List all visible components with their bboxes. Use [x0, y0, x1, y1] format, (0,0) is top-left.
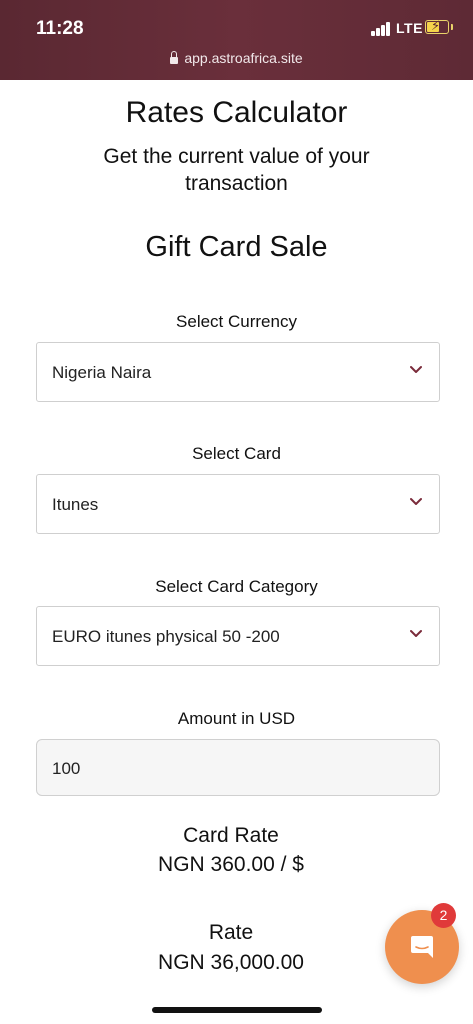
card-category-label: Select Card Category	[155, 577, 318, 596]
status-time: 11:28	[36, 18, 84, 39]
card-select[interactable]: Itunes	[36, 474, 440, 534]
card-rate-label: Card Rate	[183, 824, 279, 847]
url-text: app.astroafrica.site	[184, 50, 303, 66]
chevron-down-icon	[410, 630, 422, 637]
status-bar: 11:28 LTE ⚡ app.astroafrica.site	[0, 0, 473, 80]
currency-label: Select Currency	[176, 312, 297, 331]
chat-unread-badge: 2	[431, 903, 456, 928]
battery-tip	[451, 24, 453, 30]
network-type: LTE	[396, 20, 423, 36]
home-indicator	[152, 1007, 322, 1013]
chevron-down-icon	[410, 498, 422, 505]
card-label: Select Card	[192, 444, 281, 463]
card-category-select[interactable]: EURO itunes physical 50 -200	[36, 606, 440, 666]
address-bar[interactable]: app.astroafrica.site	[0, 50, 473, 66]
currency-select[interactable]: Nigeria Naira	[36, 342, 440, 402]
currency-select-value: Nigeria Naira	[52, 363, 152, 382]
lock-icon	[170, 51, 179, 64]
amount-input[interactable]: 100	[36, 739, 440, 796]
card-rate-value: NGN 360.00 / $	[158, 853, 304, 876]
card-category-select-value: EURO itunes physical 50 -200	[52, 627, 280, 646]
battery-icon: ⚡	[425, 18, 449, 34]
page-title: Rates Calculator	[125, 96, 348, 129]
section-title: Gift Card Sale	[145, 231, 328, 263]
amount-label: Amount in USD	[177, 709, 296, 728]
amount-input-value: 100	[52, 759, 81, 778]
chevron-down-icon	[410, 366, 422, 373]
card-select-value: Itunes	[52, 495, 99, 514]
chat-bubble-icon	[411, 936, 433, 958]
page-subtitle: Get the current value of your transactio…	[103, 145, 370, 195]
cellular-signal-icon	[371, 22, 393, 36]
